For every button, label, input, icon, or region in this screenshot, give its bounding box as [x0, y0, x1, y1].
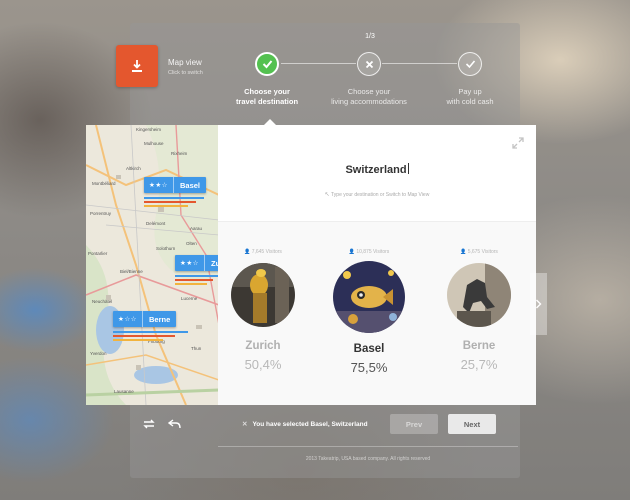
- user-icon: 👤: [244, 249, 251, 255]
- next-cities-arrow[interactable]: [530, 273, 547, 335]
- map-pin-basel[interactable]: ★★☆ Basel: [144, 177, 206, 193]
- city-percent: 75,5%: [350, 360, 388, 375]
- city-photo: [333, 261, 405, 333]
- expand-icon[interactable]: [511, 136, 525, 150]
- map-view-label[interactable]: Map view Click to switch: [168, 58, 203, 76]
- map-view-title: Map view: [168, 58, 202, 67]
- destination-hint: ↖ Type your destination or Switch to Map…: [324, 192, 430, 198]
- bottom-actions: [142, 418, 182, 430]
- user-icon: 👤: [348, 249, 355, 255]
- step-connector: [382, 63, 457, 64]
- step-connector: [281, 63, 356, 64]
- pin-city-name: Berne: [148, 314, 171, 324]
- city-card-basel[interactable]: 👤 10,875 Visitors Basel 75,5%: [324, 249, 414, 375]
- close-icon[interactable]: ✕: [242, 421, 247, 428]
- pin-city-name: Basel: [179, 180, 200, 190]
- visitor-count: 👤 10,875 Visitors: [348, 249, 390, 255]
- city-card-zurich[interactable]: 👤 7,645 Visitors Zurich 50,4%: [218, 249, 308, 372]
- destination-input[interactable]: Switzerland: [218, 163, 536, 176]
- map-place-label: Lucerne: [181, 296, 198, 301]
- prev-button[interactable]: Prev: [390, 414, 438, 434]
- map-pin-berne[interactable]: ★☆☆ Berne: [113, 311, 177, 327]
- map-place-label: Solothurn: [156, 246, 176, 251]
- map-place-label: Altkirch: [126, 166, 141, 171]
- city-photo: [231, 263, 295, 327]
- map-place-label: Mulhouse: [144, 141, 164, 146]
- map-view-subtitle: Click to switch: [168, 70, 203, 76]
- city-name: Berne: [462, 340, 496, 352]
- visitor-count: 👤 7,645 Visitors: [244, 249, 282, 255]
- chevron-right-icon: [536, 299, 542, 309]
- destination-panel: Switzerland ↖ Type your destination or S…: [218, 125, 536, 405]
- swap-icon[interactable]: [142, 418, 156, 430]
- cursor-icon: ↖: [324, 192, 330, 198]
- city-card-berne[interactable]: 👤 5,675 Visitors Berne 25,7%: [434, 249, 524, 372]
- map-place-label: Kingersheim: [136, 127, 161, 132]
- undo-icon[interactable]: [168, 418, 182, 430]
- map-place-label: Thun: [191, 346, 202, 351]
- step-counter: 1/3: [365, 33, 375, 40]
- city-percent: 50,4%: [244, 357, 282, 372]
- pin-rating: ★☆☆: [113, 311, 143, 327]
- map-place-label: Montbéliard: [92, 181, 116, 186]
- city-percent: 25,7%: [460, 357, 498, 372]
- pin-rating: ★★☆: [144, 177, 174, 193]
- map-place-label: Delémont: [146, 221, 166, 226]
- step-1-label: Choose your travel destination: [235, 87, 299, 106]
- map-place-label: Pontarlier: [88, 251, 108, 256]
- map-place-label: Biel/Bienne: [120, 269, 143, 274]
- map-view-button[interactable]: [116, 45, 158, 87]
- map-place-label: Lausanne: [114, 389, 134, 394]
- map-place-label: Rixheim: [171, 151, 188, 156]
- destination-search: Switzerland ↖ Type your destination or S…: [218, 125, 536, 222]
- city-photo: [447, 263, 511, 327]
- map-place-label: Olten: [186, 241, 197, 246]
- divider: [218, 446, 518, 447]
- city-name: Zurich: [245, 340, 281, 352]
- step-3-label: Pay up with cold cash: [446, 87, 494, 106]
- pin-rating: ★★☆: [175, 255, 205, 271]
- map-place-label: Aarau: [190, 226, 203, 231]
- map-place-label: Yverdon: [90, 351, 107, 356]
- city-name: Basel: [353, 343, 385, 355]
- user-icon: 👤: [460, 249, 467, 255]
- download-icon: [132, 60, 142, 72]
- step-1-check-icon[interactable]: [255, 52, 279, 76]
- step-2-x-icon[interactable]: [357, 52, 381, 76]
- selection-status: ✕ You have selected Basel, Switzerland: [242, 421, 368, 428]
- step-2-label: Choose your living accommodations: [331, 87, 407, 106]
- map-place-label: Porrentruy: [90, 211, 112, 216]
- map-pin-bars: [144, 197, 204, 209]
- next-button[interactable]: Next: [448, 414, 496, 434]
- copyright-text: 2013 Takeatrip, USA based company. All r…: [305, 456, 431, 462]
- text-caret: [407, 163, 409, 174]
- visitor-count: 👤 5,675 Visitors: [460, 249, 498, 255]
- step-3-check-icon[interactable]: [458, 52, 482, 76]
- map-pin-bars: [113, 331, 188, 343]
- map-pin-bars: [175, 275, 218, 287]
